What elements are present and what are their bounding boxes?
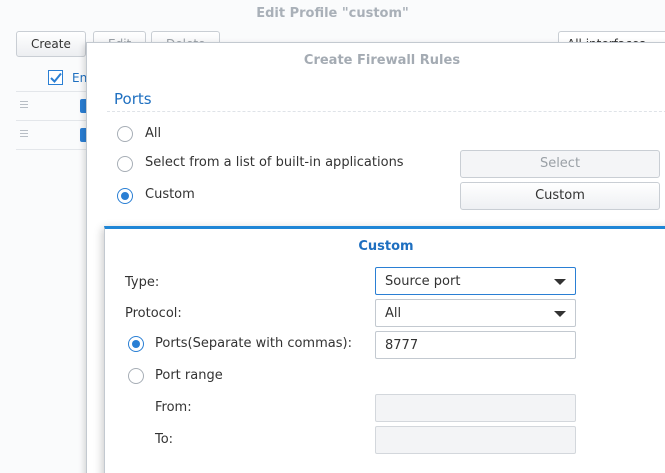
from-port-input[interactable] (375, 394, 576, 422)
from-label: From: (155, 400, 192, 415)
select-button[interactable]: Select (460, 150, 660, 178)
table-row[interactable] (16, 121, 96, 150)
grid-header: En (16, 64, 96, 92)
type-select-value: Source port (385, 274, 461, 289)
firewall-window-title: Create Firewall Rules (303, 53, 461, 68)
create-button[interactable]: Create (16, 31, 86, 57)
ports-all-radio[interactable] (117, 126, 133, 142)
ports-list-radio[interactable] (128, 336, 144, 352)
protocol-label: Protocol: (125, 306, 182, 321)
protocol-select[interactable]: All (375, 299, 576, 327)
enable-all-checkbox[interactable] (48, 70, 63, 85)
drag-handle-icon[interactable] (20, 101, 28, 108)
custom-dialog-title: Custom (358, 239, 414, 254)
section-divider (107, 111, 665, 112)
chevron-down-icon[interactable] (554, 279, 566, 285)
to-label: To: (155, 432, 174, 447)
edit-profile-title: Edit Profile "custom" (256, 6, 409, 21)
drag-handle-icon[interactable] (20, 130, 28, 137)
ports-custom-radio[interactable] (117, 188, 133, 204)
ports-input[interactable] (375, 331, 576, 359)
to-port-input[interactable] (375, 426, 576, 454)
ports-custom-label: Custom (145, 187, 195, 202)
ports-builtin-radio[interactable] (117, 156, 133, 172)
table-row[interactable] (16, 92, 96, 121)
port-range-radio[interactable] (128, 368, 144, 384)
ports-builtin-label: Select from a list of built-in applicati… (145, 155, 404, 170)
type-label: Type: (125, 275, 160, 290)
protocol-select-value: All (385, 306, 402, 321)
custom-dialog: Custom Type: Source port Protocol: All P… (104, 226, 665, 473)
ports-all-label: All (145, 126, 162, 141)
ports-list-label: Ports(Separate with commas): (155, 336, 352, 351)
check-icon (50, 72, 62, 83)
chevron-down-icon[interactable] (554, 311, 566, 317)
rules-grid: En (16, 64, 96, 150)
custom-button[interactable]: Custom (460, 182, 660, 210)
type-select[interactable]: Source port (375, 267, 576, 295)
port-range-label: Port range (155, 368, 223, 383)
grid-header-enabled: En (72, 71, 88, 85)
ports-section-title: Ports (114, 90, 152, 108)
